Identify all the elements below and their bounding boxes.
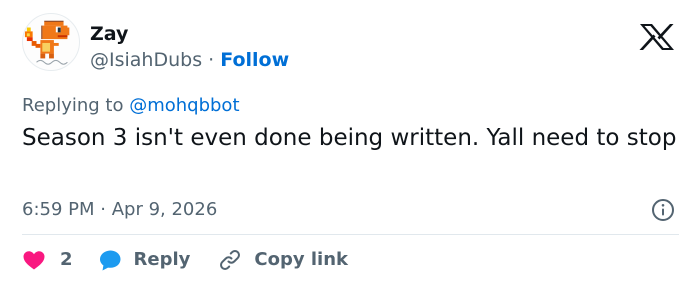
avatar[interactable] xyxy=(22,13,80,71)
like-button[interactable]: 2 xyxy=(22,248,73,272)
action-bar: 2 Reply Copy link xyxy=(22,246,348,274)
author-handle-row: @IsiahDubs · Follow xyxy=(90,48,289,72)
tweet-date: Apr 9, 2026 xyxy=(111,199,218,220)
tweet-text: Season 3 isn't even done being written. … xyxy=(22,125,677,151)
copy-link-button[interactable]: Copy link xyxy=(218,248,348,272)
replying-to-mention[interactable]: @mohqbbot xyxy=(129,95,239,116)
copy-link-label: Copy link xyxy=(254,249,348,270)
replying-to: Replying to @mohqbbot xyxy=(22,94,240,118)
tweet-card: Zay @IsiahDubs · Follow Replying to @moh… xyxy=(0,0,700,287)
timestamp[interactable]: 6:59 PM · Apr 9, 2026 xyxy=(22,198,217,222)
charmander-sprite-icon xyxy=(24,20,70,65)
author-display-name[interactable]: Zay xyxy=(90,22,128,46)
like-count: 2 xyxy=(60,249,73,270)
tweet-time: 6:59 PM xyxy=(22,199,95,220)
info-icon[interactable] xyxy=(651,198,675,222)
replying-to-prefix: Replying to xyxy=(22,95,130,116)
follow-button[interactable]: Follow xyxy=(220,49,289,71)
divider xyxy=(22,234,679,235)
time-separator: · xyxy=(94,199,112,220)
x-logo-glyph xyxy=(639,24,674,50)
reply-bubble-icon xyxy=(99,250,121,271)
handle-separator: · xyxy=(202,49,221,71)
x-logo-icon[interactable] xyxy=(637,22,677,52)
author-handle[interactable]: @IsiahDubs xyxy=(90,49,202,71)
reply-label: Reply xyxy=(133,249,191,270)
reply-button[interactable]: Reply xyxy=(98,248,191,272)
link-icon xyxy=(220,250,241,270)
heart-icon xyxy=(23,251,45,270)
